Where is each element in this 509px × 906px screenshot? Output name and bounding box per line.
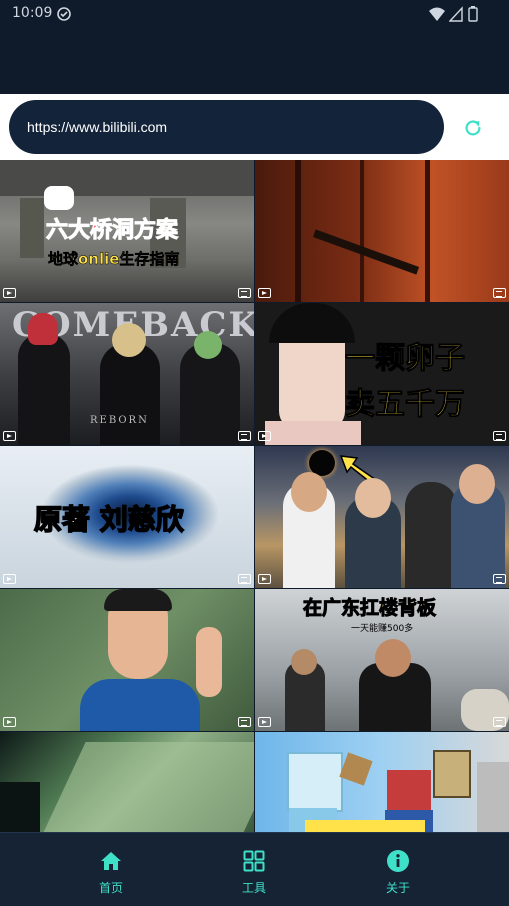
video-thumbnail[interactable]: 一颗卵子 卖五千万	[255, 303, 509, 445]
status-time: 10:09	[12, 5, 53, 21]
play-icon	[3, 574, 16, 584]
nav-label: 首页	[98, 881, 123, 895]
video-subtitle: 一天能赚500多	[351, 624, 414, 634]
playlist-icon	[493, 288, 506, 298]
video-thumbnail[interactable]	[255, 732, 509, 832]
top-spacer	[0, 28, 509, 94]
play-icon	[258, 288, 271, 298]
play-icon	[3, 431, 16, 441]
video-grid: 六大桥洞方案 地球onlie生存指南 COMEBACK REBORN 一颗卵子 …	[0, 160, 509, 832]
bottom-nav: 首页 工具 关于	[0, 832, 509, 906]
playlist-icon	[238, 431, 251, 441]
battery-icon	[468, 6, 478, 22]
video-title: 一颗卵子	[345, 341, 466, 377]
signal-icon	[449, 6, 463, 22]
info-icon	[387, 850, 409, 872]
play-icon	[258, 431, 271, 441]
playlist-icon	[238, 717, 251, 727]
video-subtitle: 卖五千万	[345, 387, 466, 423]
url-input[interactable]: https://www.bilibili.com	[9, 100, 444, 154]
playlist-icon	[493, 574, 506, 584]
video-title: 在广东扛楼背板	[302, 597, 437, 620]
nav-item-about[interactable]: 关于	[338, 833, 458, 906]
video-thumbnail[interactable]: 六大桥洞方案 地球onlie生存指南	[0, 160, 254, 302]
refresh-icon[interactable]	[462, 117, 484, 139]
video-thumbnail[interactable]	[255, 160, 509, 302]
nav-label: 工具	[241, 881, 266, 895]
home-icon	[101, 852, 121, 870]
video-subtitle: 地球onlie生存指南	[48, 250, 180, 269]
video-thumbnail[interactable]	[255, 446, 509, 588]
nav-item-home[interactable]: 首页	[51, 833, 171, 906]
vpn-icon	[57, 7, 71, 21]
playlist-icon	[238, 574, 251, 584]
nav-label: 关于	[385, 881, 410, 895]
video-thumbnail[interactable]: 在广东扛楼背板 一天能赚500多	[255, 589, 509, 731]
play-icon	[258, 574, 271, 584]
nav-item-tools[interactable]: 工具	[194, 833, 314, 906]
video-thumbnail[interactable]	[0, 589, 254, 731]
play-icon	[258, 717, 271, 727]
playlist-icon	[238, 288, 251, 298]
sticker-icon	[44, 186, 74, 210]
video-subtitle: REBORN	[90, 415, 149, 426]
wifi-icon	[429, 7, 445, 21]
video-title: 六大桥洞方案	[45, 218, 179, 244]
status-bar: 10:09	[0, 0, 509, 28]
video-thumbnail[interactable]: 原著 刘慈欣	[0, 446, 254, 588]
url-text: https://www.bilibili.com	[27, 119, 168, 135]
video-thumbnail[interactable]: COMEBACK REBORN	[0, 303, 254, 445]
video-title: 原著 刘慈欣	[33, 502, 184, 537]
address-bar-area: https://www.bilibili.com	[0, 94, 509, 160]
play-icon	[3, 288, 16, 298]
grid-icon	[243, 850, 265, 872]
playlist-icon	[493, 717, 506, 727]
play-icon	[3, 717, 16, 727]
video-thumbnail[interactable]	[0, 732, 254, 832]
playlist-icon	[493, 431, 506, 441]
